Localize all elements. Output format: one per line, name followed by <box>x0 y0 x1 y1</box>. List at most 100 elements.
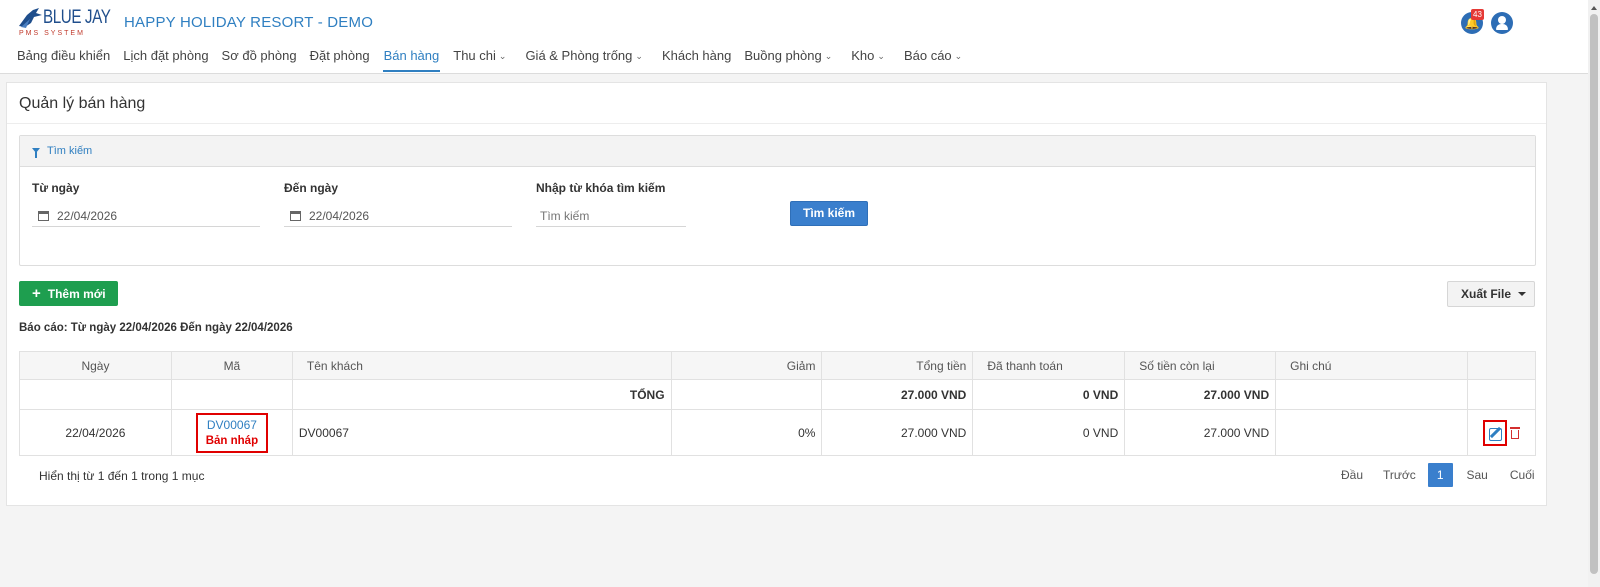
main-nav: Bảng điều khiển Lịch đặt phòng Sơ đồ phò… <box>17 48 975 72</box>
page-last[interactable]: Cuối <box>1502 463 1543 487</box>
row-paid: 0 VND <box>972 409 1126 456</box>
nav-rates-availability[interactable]: Giá & Phòng trống ⌄ <box>525 48 643 72</box>
from-date-label: Từ ngày <box>32 181 80 195</box>
add-new-button[interactable]: + Thêm mới <box>19 281 118 306</box>
nav-label: Sơ đồ phòng <box>221 48 297 63</box>
chevron-down-icon: ⌄ <box>877 51 885 61</box>
export-label: Xuất File <box>1461 287 1512 301</box>
notification-badge: 43 <box>1471 9 1484 20</box>
scroll-up-icon[interactable] <box>1591 6 1597 10</box>
logo-subtext: PMS SYSTEM <box>19 30 85 37</box>
col-remaining[interactable]: Số tiền còn lại <box>1124 351 1277 380</box>
sales-panel: Quản lý bán hàng Tìm kiếm Từ ngày 22/04/… <box>6 82 1547 506</box>
row-date: 22/04/2026 <box>19 409 172 456</box>
top-header: BLUE JAY PMS SYSTEM HAPPY HOLIDAY RESORT… <box>0 0 1588 74</box>
row-code-link[interactable]: DV00067 <box>206 417 258 433</box>
nav-label: Bảng điều khiển <box>17 48 111 63</box>
from-date-field[interactable]: 22/04/2026 <box>32 205 260 227</box>
trash-icon[interactable] <box>1509 426 1520 439</box>
search-input[interactable] <box>536 209 696 223</box>
col-actions <box>1466 351 1537 380</box>
total-amount: 27.000 VND <box>821 379 974 410</box>
total-remaining: 27.000 VND <box>1124 379 1277 410</box>
nav-label: Báo cáo <box>903 48 952 63</box>
search-section-header[interactable]: Tìm kiếm <box>20 136 1535 167</box>
search-button[interactable]: Tìm kiếm <box>790 201 868 226</box>
table-row[interactable]: 22/04/2026 DV00067 Bản nháp DV00067 0% 2… <box>19 409 1537 456</box>
page-scrollbar[interactable] <box>1588 0 1600 587</box>
total-empty-cell <box>670 379 823 410</box>
col-total[interactable]: Tổng tiền <box>821 351 974 380</box>
total-empty-cell <box>19 379 172 410</box>
report-range: Báo cáo: Từ ngày 22/04/2026 Đến ngày 22/… <box>19 322 293 334</box>
chevron-down-icon: ⌄ <box>498 51 507 61</box>
page-current[interactable]: 1 <box>1427 463 1453 487</box>
nav-income-expense[interactable]: Thu chi ⌄ <box>453 48 506 72</box>
col-customer[interactable]: Tên khách <box>291 351 672 380</box>
nav-label: Buồng phòng <box>744 48 822 63</box>
chevron-down-icon: ⌄ <box>824 51 833 61</box>
nav-booking-calendar[interactable]: Lịch đặt phòng <box>123 48 208 72</box>
blue-jay-logo[interactable]: BLUE JAY PMS SYSTEM <box>17 6 111 38</box>
nav-reservations[interactable]: Đặt phòng <box>310 48 370 72</box>
edit-icon[interactable] <box>1482 419 1507 446</box>
row-total: 27.000 VND <box>821 409 974 456</box>
col-date[interactable]: Ngày <box>19 351 172 380</box>
calendar-icon <box>290 210 301 221</box>
caret-down-icon <box>1518 292 1527 296</box>
nav-customers[interactable]: Khách hàng <box>662 48 731 72</box>
total-empty-cell <box>170 379 293 410</box>
from-date-value: 22/04/2026 <box>57 209 118 223</box>
blue-jay-bird-icon <box>19 8 42 28</box>
to-date-field[interactable]: 22/04/2026 <box>284 205 512 227</box>
nav-label: Bán hàng <box>383 48 440 63</box>
keyword-field[interactable] <box>536 205 696 227</box>
code-highlight: DV00067 Bản nháp <box>195 412 269 453</box>
col-discount[interactable]: Giảm <box>670 351 823 380</box>
nav-sales[interactable]: Bán hàng <box>382 48 441 72</box>
col-code[interactable]: Mã <box>170 351 293 380</box>
page-next[interactable]: Sau <box>1459 463 1496 487</box>
col-paid[interactable]: Đã thanh toán <box>972 351 1126 380</box>
add-new-label: Thêm mới <box>47 287 106 301</box>
status-badge: Bản nháp <box>205 434 259 447</box>
row-note <box>1275 409 1468 456</box>
sales-table: Ngày Mã Tên khách Giảm Tổng tiền Đã than… <box>19 351 1537 456</box>
page-prev[interactable]: Trước <box>1375 463 1424 487</box>
logo-text: BLUE JAY <box>43 7 111 28</box>
pagination: Đầu Trước 1 Sau Cuối <box>1333 463 1543 487</box>
total-empty-cell <box>1466 379 1537 410</box>
total-label: TỔNG <box>291 379 672 410</box>
nav-housekeeping[interactable]: Buồng phòng ⌄ <box>744 48 832 72</box>
nav-warehouse[interactable]: Kho ⌄ <box>851 48 885 72</box>
calendar-icon <box>38 210 49 221</box>
page-first[interactable]: Đầu <box>1333 463 1371 487</box>
row-customer: DV00067 <box>291 409 672 456</box>
total-empty-cell <box>1275 379 1468 410</box>
nav-label: Thu chi <box>453 48 496 63</box>
export-file-button[interactable]: Xuất File <box>1447 281 1535 307</box>
search-section: Tìm kiếm Từ ngày 22/04/2026 Đến ngày 22/… <box>19 135 1536 266</box>
notification-button[interactable]: 🔔 43 <box>1461 9 1484 34</box>
plus-icon: + <box>32 285 41 302</box>
row-remaining: 27.000 VND <box>1124 409 1277 456</box>
scrollbar-thumb[interactable] <box>1590 14 1598 574</box>
nav-label: Khách hàng <box>661 48 732 63</box>
nav-dashboard[interactable]: Bảng điều khiển <box>17 48 110 72</box>
nav-label: Kho <box>851 48 875 63</box>
divider <box>7 123 1546 124</box>
page-title: Quản lý bán hàng <box>19 95 146 112</box>
user-avatar-icon[interactable] <box>1491 12 1513 34</box>
row-actions <box>1466 409 1537 456</box>
col-note[interactable]: Ghi chú <box>1275 351 1468 380</box>
chevron-down-icon: ⌄ <box>954 51 963 61</box>
filter-icon <box>32 148 40 158</box>
nav-reports[interactable]: Báo cáo ⌄ <box>904 48 962 72</box>
table-total-row: TỔNG 27.000 VND 0 VND 27.000 VND <box>19 379 1537 410</box>
resort-name: HAPPY HOLIDAY RESORT - DEMO <box>124 14 374 31</box>
chevron-down-icon: ⌄ <box>635 51 643 61</box>
nav-room-map[interactable]: Sơ đồ phòng <box>222 48 297 72</box>
keyword-label: Nhập từ khóa tìm kiếm <box>536 181 666 195</box>
search-header-label: Tìm kiếm <box>47 145 93 157</box>
row-code-cell: DV00067 Bản nháp <box>170 409 293 456</box>
